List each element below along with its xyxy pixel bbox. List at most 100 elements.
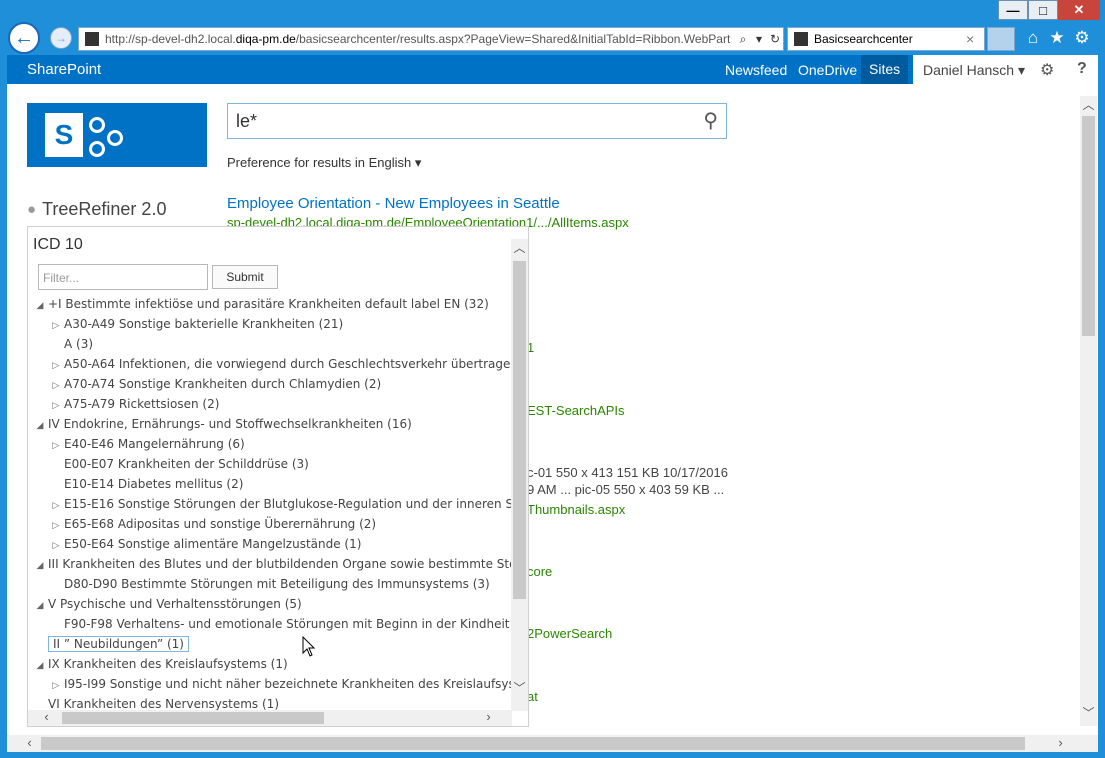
tree-node[interactable]: ▷ A30-A49 Sonstige bakterielle Krankheite… <box>48 314 344 336</box>
scroll-thumb[interactable] <box>513 261 526 599</box>
user-menu[interactable]: Daniel Hansch ▾ <box>923 62 1025 79</box>
maximize-button[interactable]: □ <box>1028 0 1058 20</box>
page-horizontal-scrollbar[interactable]: ‹ › <box>7 735 1098 752</box>
address-url[interactable]: http://sp-devel-dh2.local.diqa-pm.de/bas… <box>105 32 735 46</box>
scroll-left-icon[interactable]: ‹ <box>38 709 55 724</box>
close-window-button[interactable]: ✕ <box>1058 0 1100 20</box>
tree-node-label[interactable]: VI Krankheiten des Nervensystems (1) <box>48 697 279 710</box>
scroll-thumb[interactable] <box>62 712 324 724</box>
tree-node-label[interactable]: +I Bestimmte infektiöse und parasitäre K… <box>48 297 489 311</box>
scroll-right-icon[interactable]: › <box>1052 735 1069 750</box>
tree-node[interactable]: ▷ A75-A79 Rickettsiosen (2) <box>48 394 220 416</box>
tree-node[interactable]: E00-E07 Krankheiten der Schilddrüse (3) <box>48 454 309 474</box>
scroll-left-icon[interactable]: ‹ <box>21 735 38 750</box>
search-input[interactable]: le* <box>236 111 257 132</box>
search-icon[interactable]: ⚲ <box>703 108 718 133</box>
favorites-star-icon[interactable]: ★ <box>1046 27 1068 49</box>
tree-node-label[interactable]: A70-A74 Sonstige Krankheiten durch Chlam… <box>64 377 381 391</box>
result-fragment-link[interactable]: core <box>527 564 552 579</box>
sharepoint-brand[interactable]: SharePoint <box>27 61 101 78</box>
tree-node[interactable]: ◢ III Krankheiten des Blutes und der blut… <box>32 554 512 574</box>
expand-triangle-icon[interactable]: ▷ <box>48 436 64 456</box>
tree-node-label[interactable]: IX Krankheiten des Kreislaufsystems (1) <box>48 657 288 671</box>
expand-triangle-icon[interactable]: ▷ <box>48 676 64 696</box>
tree-node-label[interactable]: A (3) <box>64 337 93 351</box>
tree-node[interactable]: ◢ IX Krankheiten des Kreislaufsystems (1) <box>32 654 288 674</box>
new-tab-button[interactable] <box>987 27 1015 51</box>
tree-node-label[interactable]: F90-F98 Verhaltens- und emotionale Störu… <box>64 617 510 631</box>
tree-node-label[interactable]: E40-E46 Mangelernährung (6) <box>64 437 245 451</box>
browser-tab[interactable]: Basicsearchcenter × <box>787 27 985 51</box>
tab-close-icon[interactable]: × <box>966 31 984 47</box>
address-dropdown-icon[interactable]: ▾ <box>751 32 767 46</box>
nav-newsfeed[interactable]: Newsfeed <box>725 62 787 78</box>
tree-node[interactable]: ▷ A70-A74 Sonstige Krankheiten durch Chla… <box>48 374 382 396</box>
expand-triangle-icon[interactable]: ▷ <box>48 496 64 516</box>
panel-horizontal-scrollbar[interactable]: ‹ › <box>28 709 512 726</box>
expand-triangle-icon[interactable]: ▷ <box>48 396 64 416</box>
collapse-triangle-icon[interactable]: ◢ <box>32 296 48 316</box>
result-title-link[interactable]: Employee Orientation - New Employees in … <box>227 195 560 212</box>
back-arrow-icon[interactable]: ← <box>8 22 40 54</box>
tree-node[interactable]: II ” Neubildungen” (1) <box>32 634 189 654</box>
tree-node-label[interactable]: A75-A79 Rickettsiosen (2) <box>64 397 219 411</box>
tree-node[interactable]: ▷ I95-I99 Sonstige und nicht näher bezeic… <box>48 674 512 694</box>
nav-onedrive[interactable]: OneDrive <box>798 62 857 78</box>
tree-node-label[interactable]: E65-E68 Adipositas und sonstige Überernä… <box>64 517 376 531</box>
tree-node[interactable]: F90-F98 Verhaltens- und emotionale Störu… <box>48 614 510 634</box>
tree-node[interactable]: VI Krankheiten des Nervensystems (1) <box>32 694 279 710</box>
scroll-thumb[interactable] <box>1082 116 1095 336</box>
tree-node-label[interactable]: E15-E16 Sonstige Störungen der Blutgluko… <box>64 497 512 511</box>
tree-node[interactable]: ◢ V Psychische und Verhaltensstörungen (5… <box>32 594 302 614</box>
tree-node-label[interactable]: V Psychische und Verhaltensstörungen (5) <box>48 597 302 611</box>
tree-node-label[interactable]: D80-D90 Bestimmte Störungen mit Beteilig… <box>64 577 490 591</box>
scroll-up-icon[interactable]: ︿ <box>511 239 528 256</box>
tree-node[interactable]: ◢ IV Endokrine, Ernährungs- und Stoffwech… <box>32 414 412 434</box>
collapse-triangle-icon[interactable]: ◢ <box>32 656 48 676</box>
panel-vertical-scrollbar[interactable]: ︿ ﹀ <box>511 239 528 711</box>
forward-arrow-icon[interactable]: → <box>50 27 72 49</box>
help-icon[interactable]: ? <box>1077 60 1087 78</box>
tree-node[interactable]: E10-E14 Diabetes mellitus (2) <box>48 474 243 494</box>
tree-node[interactable]: ▷ A50-A64 Infektionen, die vorwiegend dur… <box>48 354 512 374</box>
tree-node-label[interactable]: A50-A64 Infektionen, die vorwiegend durc… <box>64 357 512 371</box>
scroll-up-icon[interactable]: ︿ <box>1080 96 1097 113</box>
tree-node-label[interactable]: III Krankheiten des Blutes und der blutb… <box>48 557 512 571</box>
expand-triangle-icon[interactable]: ▷ <box>48 376 64 396</box>
tree-node-label[interactable]: E50-E64 Sonstige alimentäre Mangelzustän… <box>64 537 361 551</box>
tree-node[interactable]: D80-D90 Bestimmte Störungen mit Beteilig… <box>48 574 490 594</box>
page-vertical-scrollbar[interactable]: ︿ ﹀ <box>1080 96 1097 726</box>
submit-button[interactable]: Submit <box>212 265 278 289</box>
tree-node[interactable]: ▷ E50-E64 Sonstige alimentäre Mangelzustä… <box>48 534 362 556</box>
refresh-icon[interactable]: ↻ <box>767 32 783 46</box>
scroll-right-icon[interactable]: › <box>480 709 497 724</box>
tree-node-label[interactable]: II ” Neubildungen” (1) <box>48 636 189 652</box>
tree-node-label[interactable]: I95-I99 Sonstige und nicht näher bezeich… <box>64 677 512 691</box>
tree-node-label[interactable]: A30-A49 Sonstige bakterielle Krankheiten… <box>64 317 343 331</box>
expand-triangle-icon[interactable]: ▷ <box>48 356 64 376</box>
tree-node[interactable]: ◢ +I Bestimmte infektiöse und parasitäre … <box>32 294 489 314</box>
nav-sites[interactable]: Sites <box>861 55 909 84</box>
tree-node-label[interactable]: E00-E07 Krankheiten der Schilddrüse (3) <box>64 457 309 471</box>
collapse-triangle-icon[interactable]: ◢ <box>32 416 48 436</box>
result-fragment-link[interactable]: Thumbnails.aspx <box>527 502 625 517</box>
sharepoint-logo[interactable]: S <box>27 103 207 167</box>
address-bar[interactable]: http://sp-devel-dh2.local.diqa-pm.de/bas… <box>78 27 784 51</box>
result-fragment-link[interactable]: EST-SearchAPIs <box>527 403 625 418</box>
result-fragment-link[interactable]: 2PowerSearch <box>527 626 612 641</box>
tree-node[interactable]: ▷ E40-E46 Mangelernährung (6) <box>48 434 245 454</box>
expand-triangle-icon[interactable]: ▷ <box>48 516 64 536</box>
tree-node[interactable]: A (3) <box>48 334 93 354</box>
tools-gear-icon[interactable]: ⚙ <box>1071 27 1093 49</box>
address-search-icon[interactable]: ⌕ <box>735 32 751 47</box>
expand-triangle-icon[interactable]: ▷ <box>48 316 64 336</box>
scroll-thumb[interactable] <box>41 737 1025 750</box>
scroll-down-icon[interactable]: ﹀ <box>1080 704 1097 721</box>
expand-triangle-icon[interactable]: ▷ <box>48 536 64 556</box>
minimize-button[interactable]: — <box>998 0 1028 20</box>
scroll-down-icon[interactable]: ﹀ <box>511 679 528 696</box>
language-dropdown[interactable]: English ▾ <box>369 155 422 170</box>
search-box[interactable]: le* ⚲ <box>227 103 727 139</box>
home-icon[interactable]: ⌂ <box>1022 27 1044 49</box>
tree-node-label[interactable]: E10-E14 Diabetes mellitus (2) <box>64 477 243 491</box>
